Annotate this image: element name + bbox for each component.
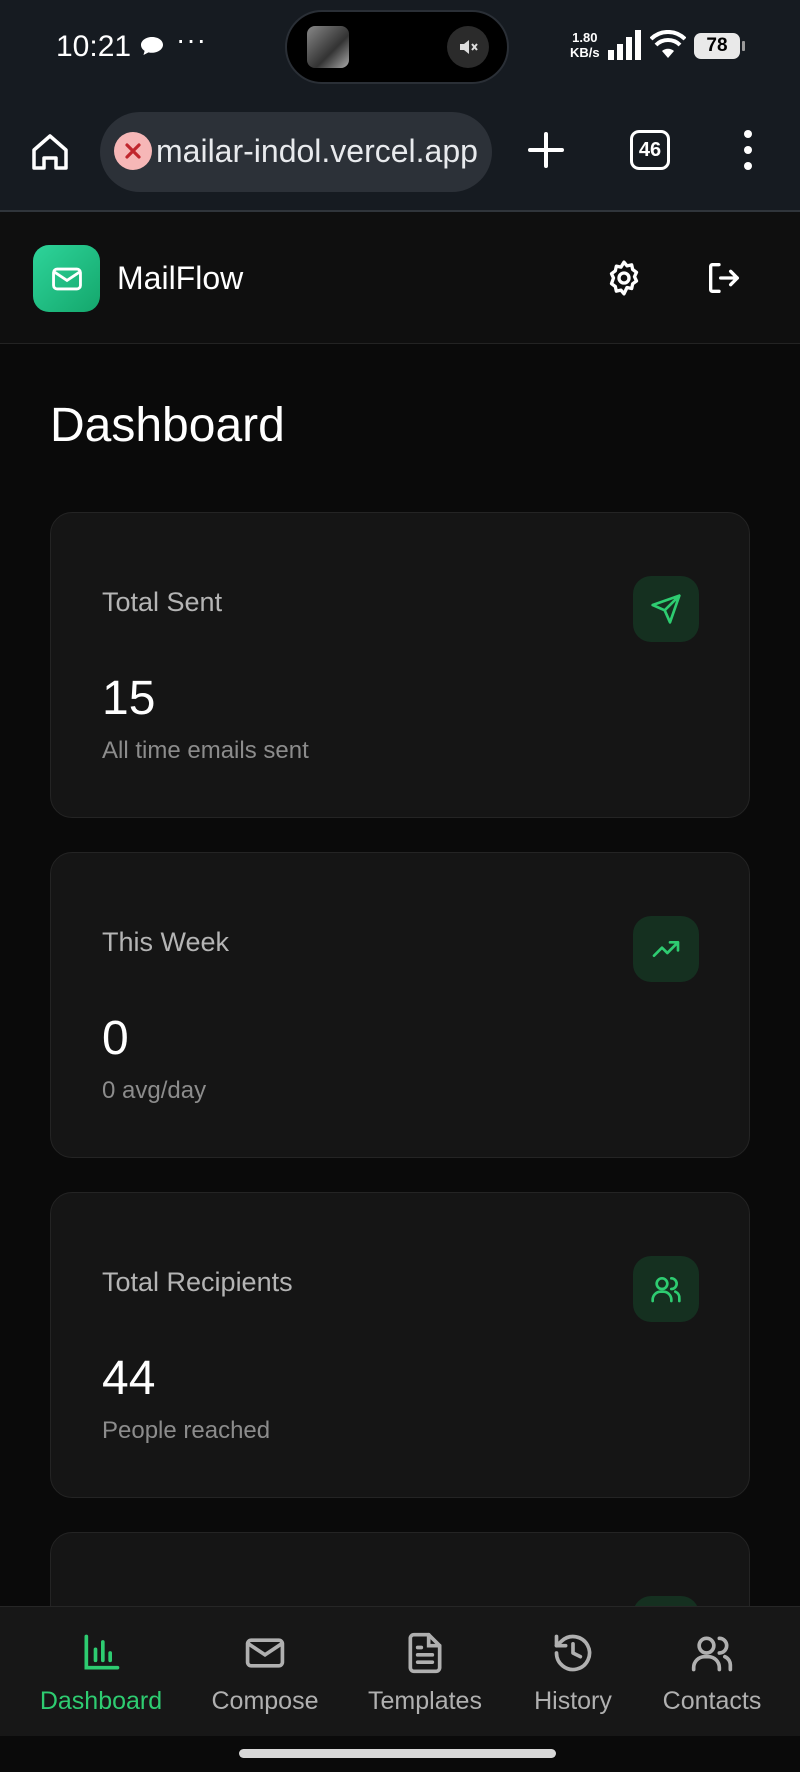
nav-item-contacts[interactable]: Contacts [648, 1607, 776, 1737]
bar-chart-icon [84, 1634, 120, 1670]
stat-card-this-week: This Week 0 0 avg/day [50, 852, 750, 1158]
more-notifications: ··· [176, 24, 207, 55]
home-gesture-bar[interactable] [239, 1749, 556, 1758]
send-icon [633, 576, 699, 642]
home-icon[interactable] [28, 130, 72, 174]
logout-icon[interactable] [704, 258, 744, 298]
mail-logo-icon [33, 245, 100, 312]
nav-item-dashboard[interactable]: Dashboard [20, 1607, 182, 1737]
chat-bubble-icon [141, 37, 163, 55]
nav-label: History [534, 1687, 612, 1715]
wifi-icon [650, 30, 686, 58]
gear-icon[interactable] [604, 258, 644, 298]
url-text[interactable]: mailar-indol.vercel.app [156, 133, 486, 170]
stat-label: This Week [102, 927, 230, 957]
nav-label: Compose [211, 1687, 319, 1715]
trending-up-icon [633, 916, 699, 982]
bottom-navigation: Dashboard Compose Templates History Cont… [0, 1606, 800, 1736]
stat-subtext: All time emails sent [102, 737, 309, 764]
stat-subtext: 0 avg/day [102, 1077, 207, 1104]
app-name: MailFlow [117, 260, 244, 296]
status-bar: 10:21 ··· 1.80 KB/s 78 [0, 0, 800, 96]
stat-value: 15 [102, 672, 156, 725]
tab-switcher-button[interactable]: 46 [630, 130, 670, 170]
site-error-icon[interactable] [114, 132, 152, 170]
address-bar[interactable]: mailar-indol.vercel.app [100, 112, 492, 192]
stat-card-total-sent: Total Sent 15 All time emails sent [50, 512, 750, 818]
stat-value: 0 [102, 1012, 129, 1065]
stat-card-total-recipients: Total Recipients 44 People reached [50, 1192, 750, 1498]
network-speed: 1.80 KB/s [570, 30, 600, 60]
media-thumbnail [307, 26, 349, 68]
history-icon [554, 1634, 592, 1672]
stat-subtext: People reached [102, 1417, 271, 1444]
stat-label: Total Recipients [102, 1267, 293, 1297]
battery-indicator: 78 [694, 33, 745, 59]
nav-label: Templates [368, 1687, 482, 1715]
dynamic-island [285, 10, 509, 84]
users-icon [691, 1636, 733, 1672]
nav-item-templates[interactable]: Templates [350, 1607, 500, 1737]
app-header: MailFlow [0, 212, 800, 344]
nav-item-compose[interactable]: Compose [192, 1607, 338, 1737]
file-text-icon [408, 1632, 442, 1674]
nav-label: Contacts [662, 1687, 762, 1715]
browser-menu-icon[interactable] [736, 126, 760, 174]
mute-icon [447, 26, 489, 68]
stat-value: 44 [102, 1352, 156, 1405]
stat-label: Total Sent [102, 587, 223, 617]
browser-toolbar: mailar-indol.vercel.app 46 [0, 96, 800, 212]
nav-item-history[interactable]: History [510, 1607, 636, 1737]
new-tab-icon[interactable] [522, 126, 570, 174]
page-title: Dashboard [50, 399, 285, 452]
users-icon [633, 1256, 699, 1322]
status-time: 10:21 [56, 30, 132, 63]
mail-icon [245, 1638, 285, 1668]
nav-label: Dashboard [39, 1687, 163, 1715]
signal-icon [608, 30, 641, 60]
gesture-area [0, 1736, 800, 1772]
